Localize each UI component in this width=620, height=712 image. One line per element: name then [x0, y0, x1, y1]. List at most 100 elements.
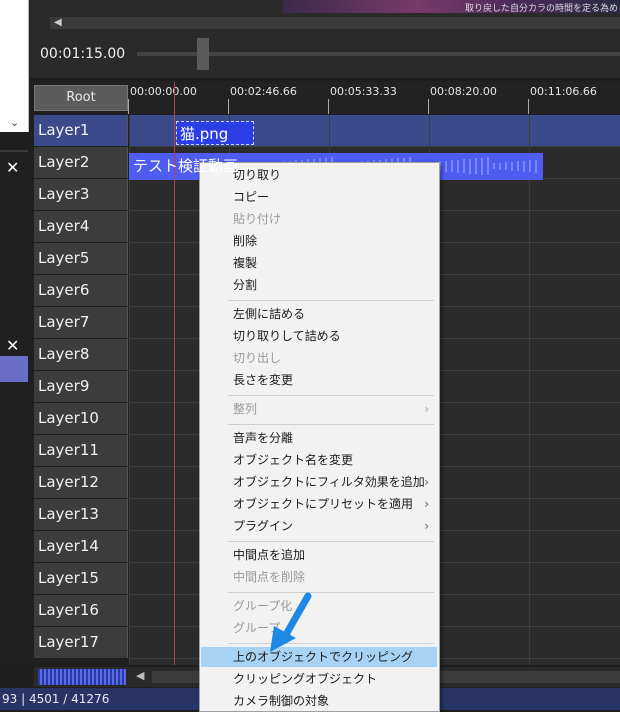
- layer-label[interactable]: Layer13: [34, 499, 128, 530]
- clip-image[interactable]: 猫.png: [176, 121, 254, 145]
- ruler-tick: [228, 99, 229, 114]
- scroll-left-icon[interactable]: ◀: [54, 17, 62, 28]
- context-menu-item-label: オブジェクト名を変更: [233, 453, 354, 467]
- layer-label[interactable]: Layer15: [34, 563, 128, 594]
- submenu-chevron-icon: ›: [424, 475, 429, 489]
- timeline-ruler[interactable]: 00:00:00.00 00:02:46.66 00:05:33.33 00:0…: [128, 82, 620, 114]
- context-menu-item[interactable]: オブジェクトにフィルタ効果を追加 ›: [201, 472, 437, 492]
- scroll-left-icon[interactable]: ◀: [136, 669, 144, 682]
- context-menu-item-label: プラグイン: [233, 519, 294, 533]
- context-menu-item-label: 音声を分離: [233, 431, 294, 445]
- clip-video-label: テスト検証動画: [133, 157, 239, 175]
- waveform-bar: [487, 157, 489, 175]
- left-panel-selection[interactable]: [0, 356, 28, 382]
- context-menu-item[interactable]: プラグイン ›: [201, 516, 437, 536]
- menu-separator: [228, 424, 434, 425]
- context-menu-item[interactable]: オブジェクト名を変更: [201, 450, 437, 470]
- layer-list: Layer1 Layer2 Layer3 Layer4 Layer5 Layer6 Laye…: [34, 115, 128, 659]
- layer-label[interactable]: Layer5: [34, 243, 128, 274]
- ruler-tick: [128, 99, 129, 114]
- context-menu-item[interactable]: 中間点を削除: [201, 567, 437, 587]
- close-icon[interactable]: ✕: [6, 158, 19, 177]
- layer-label[interactable]: Layer14: [34, 531, 128, 562]
- context-menu-item[interactable]: 分割: [201, 275, 437, 295]
- waveform-bar: [529, 160, 531, 172]
- submenu-chevron-icon: ›: [424, 497, 429, 511]
- layer-label[interactable]: Layer1: [34, 115, 128, 146]
- context-menu-item-label: オブジェクトにフィルタ効果を追加: [233, 475, 425, 489]
- context-menu-item-label: 中間点を削除: [233, 570, 306, 584]
- context-menu-item[interactable]: クリッピングオブジェクト: [201, 669, 437, 689]
- context-menu-item-label: 複製: [233, 256, 258, 270]
- preview-image: 取り戻した自分カラの時間を定る為め: [283, 0, 620, 14]
- close-icon[interactable]: ✕: [6, 336, 19, 355]
- waveform-bar: [517, 161, 519, 171]
- waveform-bar: [445, 160, 447, 172]
- context-menu-item[interactable]: 削除: [201, 231, 437, 251]
- waveform-bar: [463, 159, 465, 173]
- ruler-tick: [528, 99, 529, 114]
- waveform-bar: [475, 158, 477, 174]
- preview-area: 取り戻した自分カラの時間を定る為め ◀ 00:01:15.00: [30, 0, 620, 78]
- waveform-bar: [505, 162, 507, 170]
- current-timecode: 00:01:15.00: [40, 46, 126, 62]
- root-button[interactable]: Root: [34, 85, 128, 111]
- seek-handle[interactable]: [197, 38, 209, 70]
- grid-line: [129, 115, 130, 665]
- context-menu-item-label: 切り取り: [233, 168, 282, 182]
- layer-label[interactable]: Layer6: [34, 275, 128, 306]
- layer-label[interactable]: Layer7: [34, 307, 128, 338]
- waveform-bar: [499, 162, 501, 170]
- ruler-tick-label: 00:05:33.33: [330, 85, 397, 98]
- context-menu-item-label: 削除: [233, 234, 258, 248]
- context-menu-item-label: 左側に詰める: [233, 307, 306, 321]
- waveform-bar: [469, 158, 471, 174]
- submenu-chevron-icon: ›: [424, 402, 429, 416]
- context-menu-item[interactable]: 切り取りして詰める: [201, 326, 437, 346]
- context-menu-item[interactable]: オブジェクトにプリセットを適用 ›: [201, 494, 437, 514]
- context-menu-item[interactable]: 音声を分離: [201, 428, 437, 448]
- context-menu-item[interactable]: コピー: [201, 187, 437, 207]
- preview-caption: 取り戻した自分カラの時間を定る為め: [464, 4, 618, 14]
- grid-line: [529, 115, 530, 665]
- context-menu-item[interactable]: 貼り付け: [201, 209, 437, 229]
- zoom-indicator[interactable]: [38, 669, 126, 685]
- waveform-bar: [457, 159, 459, 173]
- context-menu-item[interactable]: 長さを変更: [201, 370, 437, 390]
- menu-separator: [228, 541, 434, 542]
- context-menu-item[interactable]: カメラ制御の対象: [201, 691, 437, 711]
- ruler-tick-label: 00:08:20.00: [430, 85, 497, 98]
- layer-label[interactable]: Layer10: [34, 403, 128, 434]
- ruler-tick-label: 00:11:06.66: [530, 85, 597, 98]
- context-menu-item-label: 長さを変更: [233, 373, 294, 387]
- context-menu-item-label: 中間点を追加: [233, 548, 306, 562]
- layer-label[interactable]: Layer2: [34, 147, 128, 178]
- context-menu-item-label: 切り出し: [233, 351, 282, 365]
- layer-label[interactable]: Layer12: [34, 467, 128, 498]
- seek-track[interactable]: [137, 52, 620, 56]
- context-menu-item-label: 上のオブジェクトでクリッピング: [233, 650, 414, 664]
- context-menu-item[interactable]: 中間点を追加: [201, 545, 437, 565]
- layer-label[interactable]: Layer9: [34, 371, 128, 402]
- context-menu-item-label: オブジェクトにプリセットを適用: [233, 497, 414, 511]
- scroll-down-icon[interactable]: ⌄: [10, 116, 19, 129]
- layer-label[interactable]: Layer16: [34, 595, 128, 626]
- waveform-bar: [511, 161, 513, 171]
- context-menu-item[interactable]: 左側に詰める: [201, 304, 437, 324]
- context-menu-item-label: カメラ制御の対象: [233, 694, 330, 708]
- layer-label[interactable]: Layer17: [34, 627, 128, 658]
- waveform-bar: [493, 163, 495, 169]
- layer-label[interactable]: Layer3: [34, 179, 128, 210]
- context-menu-item[interactable]: 切り出し: [201, 348, 437, 368]
- context-menu-item[interactable]: 複製: [201, 253, 437, 273]
- layer-label[interactable]: Layer11: [34, 435, 128, 466]
- context-menu-item-label: 整列: [233, 402, 258, 416]
- layer-label[interactable]: Layer8: [34, 339, 128, 370]
- preview-scrollbar[interactable]: ◀: [50, 17, 620, 29]
- context-menu-item[interactable]: 整列 ›: [201, 399, 437, 419]
- layer-label[interactable]: Layer4: [34, 211, 128, 242]
- submenu-chevron-icon: ›: [424, 519, 429, 533]
- menu-separator: [228, 643, 434, 644]
- context-menu-item-label: 切り取りして詰める: [233, 329, 341, 343]
- menu-separator: [228, 592, 434, 593]
